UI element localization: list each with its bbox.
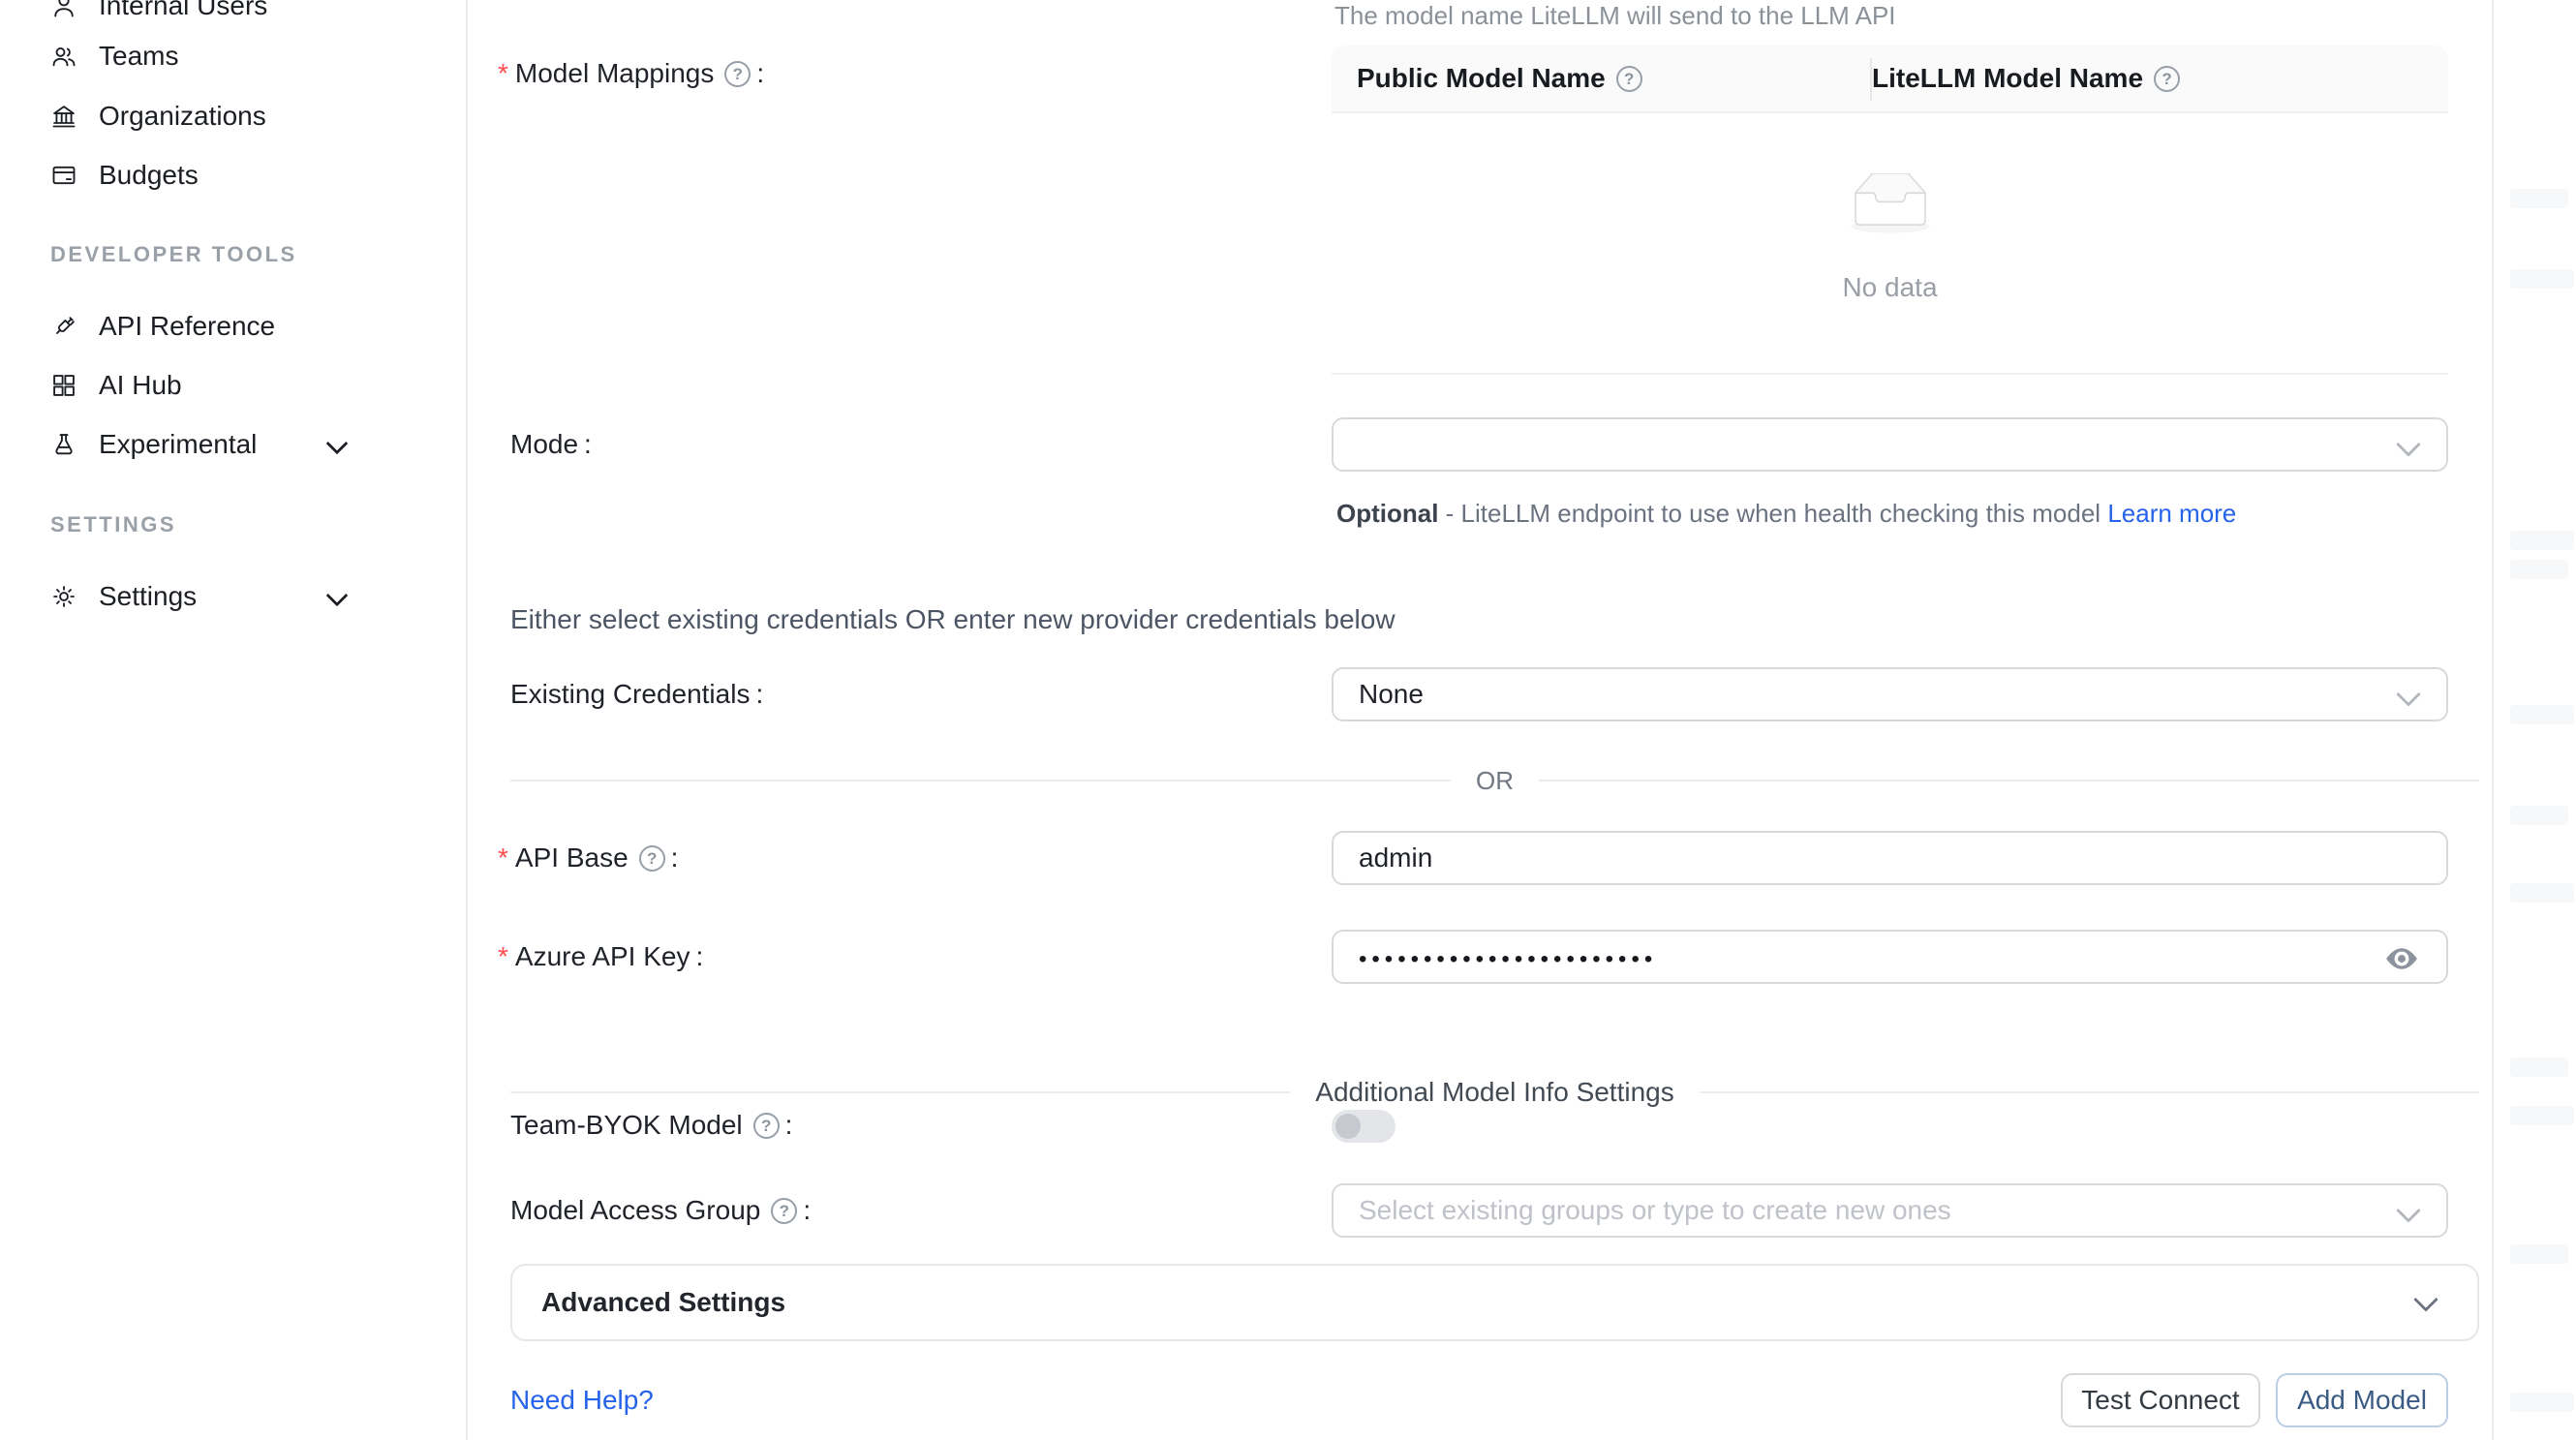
model-access-group-select[interactable]: Select existing groups or type to create… <box>1332 1183 2448 1238</box>
ghost-row <box>2510 1106 2574 1125</box>
advanced-settings-title: Advanced Settings <box>541 1287 785 1318</box>
mode-label: Mode : <box>510 430 592 459</box>
chevron-down-icon <box>2396 682 2420 706</box>
test-connect-button[interactable]: Test Connect <box>2061 1373 2260 1427</box>
sidebar-item-label: Budgets <box>99 160 199 191</box>
azure-api-key-input[interactable]: ••••••••••••••••••••••• <box>1332 930 2448 984</box>
add-model-page: Internal Users Teams Organizations Budge… <box>0 0 2576 1440</box>
ghost-row <box>2510 560 2568 579</box>
ghost-row <box>2510 269 2574 289</box>
model-mappings-table: Public Model Name ? LiteLLM Model Name ? <box>1332 46 2448 375</box>
teams-icon <box>50 43 77 70</box>
empty-inbox-icon <box>1842 173 1939 240</box>
ghost-row <box>2510 806 2568 825</box>
flask-icon <box>50 431 77 458</box>
bank-icon <box>50 103 77 130</box>
sidebar-item-label: Teams <box>99 41 178 72</box>
sidebar-item-experimental[interactable]: Experimental <box>50 425 387 464</box>
credit-card-icon <box>50 162 77 189</box>
toggle-knob <box>1335 1114 1361 1139</box>
ghost-row <box>2510 189 2568 208</box>
model-name-help-text: The model name LiteLLM will send to the … <box>1334 2 1896 29</box>
sidebar-item-label: Settings <box>99 581 197 612</box>
column-header-litellm-model-name: LiteLLM Model Name ? <box>1845 63 2180 94</box>
required-mark: * <box>498 843 508 873</box>
learn-more-link[interactable]: Learn more <box>2107 499 2236 528</box>
existing-credentials-select[interactable]: None <box>1332 667 2448 721</box>
sidebar-item-api-reference[interactable]: API Reference <box>50 307 387 346</box>
ghost-row <box>2510 1244 2568 1264</box>
api-base-input[interactable]: admin <box>1332 831 2448 885</box>
table-header-row: Public Model Name ? LiteLLM Model Name ? <box>1332 46 2448 113</box>
page-right-divider <box>2492 0 2494 1440</box>
sidebar-item-label: Experimental <box>99 429 257 460</box>
ghost-row <box>2510 531 2574 550</box>
team-byok-toggle[interactable] <box>1332 1110 1395 1143</box>
model-mappings-help-icon[interactable]: ? <box>724 61 751 87</box>
toggle-password-visibility-icon[interactable] <box>2380 940 2423 977</box>
sidebar-item-label: Internal Users <box>99 0 267 21</box>
existing-credentials-value: None <box>1359 679 1424 710</box>
sidebar-item-organizations[interactable]: Organizations <box>50 97 387 136</box>
sidebar-item-settings[interactable]: Settings <box>50 577 387 616</box>
model-access-group-label: Model Access Group ? : <box>510 1196 811 1225</box>
sidebar-item-label: Organizations <box>99 101 266 132</box>
ghost-row <box>2510 1393 2574 1412</box>
azure-api-key-label: * Azure API Key : <box>498 942 703 971</box>
sidebar-item-internal-users[interactable]: Internal Users <box>50 0 387 25</box>
additional-info-divider: Additional Model Info Settings <box>510 1078 2479 1107</box>
mode-select[interactable] <box>1332 417 2448 472</box>
add-model-button[interactable]: Add Model <box>2276 1373 2448 1427</box>
column-divider <box>1870 58 1872 101</box>
table-empty-state: No data <box>1332 113 2448 375</box>
user-icon <box>50 0 77 19</box>
sidebar-section-developer-tools: DEVELOPER TOOLS <box>50 242 297 267</box>
team-byok-label: Team-BYOK Model ? : <box>510 1111 792 1140</box>
api-base-label: * API Base ? : <box>498 843 678 873</box>
required-mark: * <box>498 59 508 88</box>
team-byok-help-icon[interactable]: ? <box>753 1113 780 1139</box>
api-base-help-icon[interactable]: ? <box>639 845 665 872</box>
chevron-down-icon[interactable] <box>326 585 349 607</box>
column-header-public-model-name: Public Model Name ? <box>1332 63 1845 94</box>
sidebar: Internal Users Teams Organizations Budge… <box>0 0 468 1440</box>
ghost-row <box>2510 1057 2568 1077</box>
sidebar-item-label: AI Hub <box>99 370 182 401</box>
credentials-note: Either select existing credentials OR en… <box>510 605 1395 634</box>
appstore-icon <box>50 372 77 399</box>
sidebar-item-label: API Reference <box>99 311 275 342</box>
mode-help-text: Optional - LiteLLM endpoint to use when … <box>1336 493 2237 534</box>
litellm-model-name-help-icon[interactable]: ? <box>2154 66 2180 92</box>
api-plug-icon <box>50 313 77 340</box>
no-data-text: No data <box>1332 272 2448 303</box>
sidebar-item-teams[interactable]: Teams <box>50 37 387 76</box>
required-mark: * <box>498 942 508 971</box>
sidebar-item-budgets[interactable]: Budgets <box>50 156 387 195</box>
chevron-down-icon <box>2396 1198 2420 1222</box>
gear-icon <box>50 583 77 610</box>
existing-credentials-label: Existing Credentials : <box>510 680 763 709</box>
model-access-group-help-icon[interactable]: ? <box>771 1198 797 1224</box>
model-mappings-label: * Model Mappings ? : <box>498 59 764 88</box>
need-help-link[interactable]: Need Help? <box>510 1386 654 1415</box>
sidebar-item-ai-hub[interactable]: AI Hub <box>50 366 387 405</box>
ghost-row <box>2510 705 2574 724</box>
chevron-down-icon[interactable] <box>326 433 349 455</box>
masked-api-key-value: ••••••••••••••••••••••• <box>1359 940 1657 973</box>
chevron-down-icon <box>2413 1287 2438 1311</box>
public-model-name-help-icon[interactable]: ? <box>1616 66 1642 92</box>
model-access-group-placeholder: Select existing groups or type to create… <box>1359 1195 1951 1226</box>
or-divider: OR <box>510 766 2479 795</box>
advanced-settings-panel[interactable]: Advanced Settings <box>510 1264 2479 1341</box>
sidebar-section-settings: SETTINGS <box>50 512 176 537</box>
api-base-value: admin <box>1359 843 1432 873</box>
ghost-row <box>2510 883 2574 903</box>
chevron-down-icon <box>2396 432 2420 456</box>
